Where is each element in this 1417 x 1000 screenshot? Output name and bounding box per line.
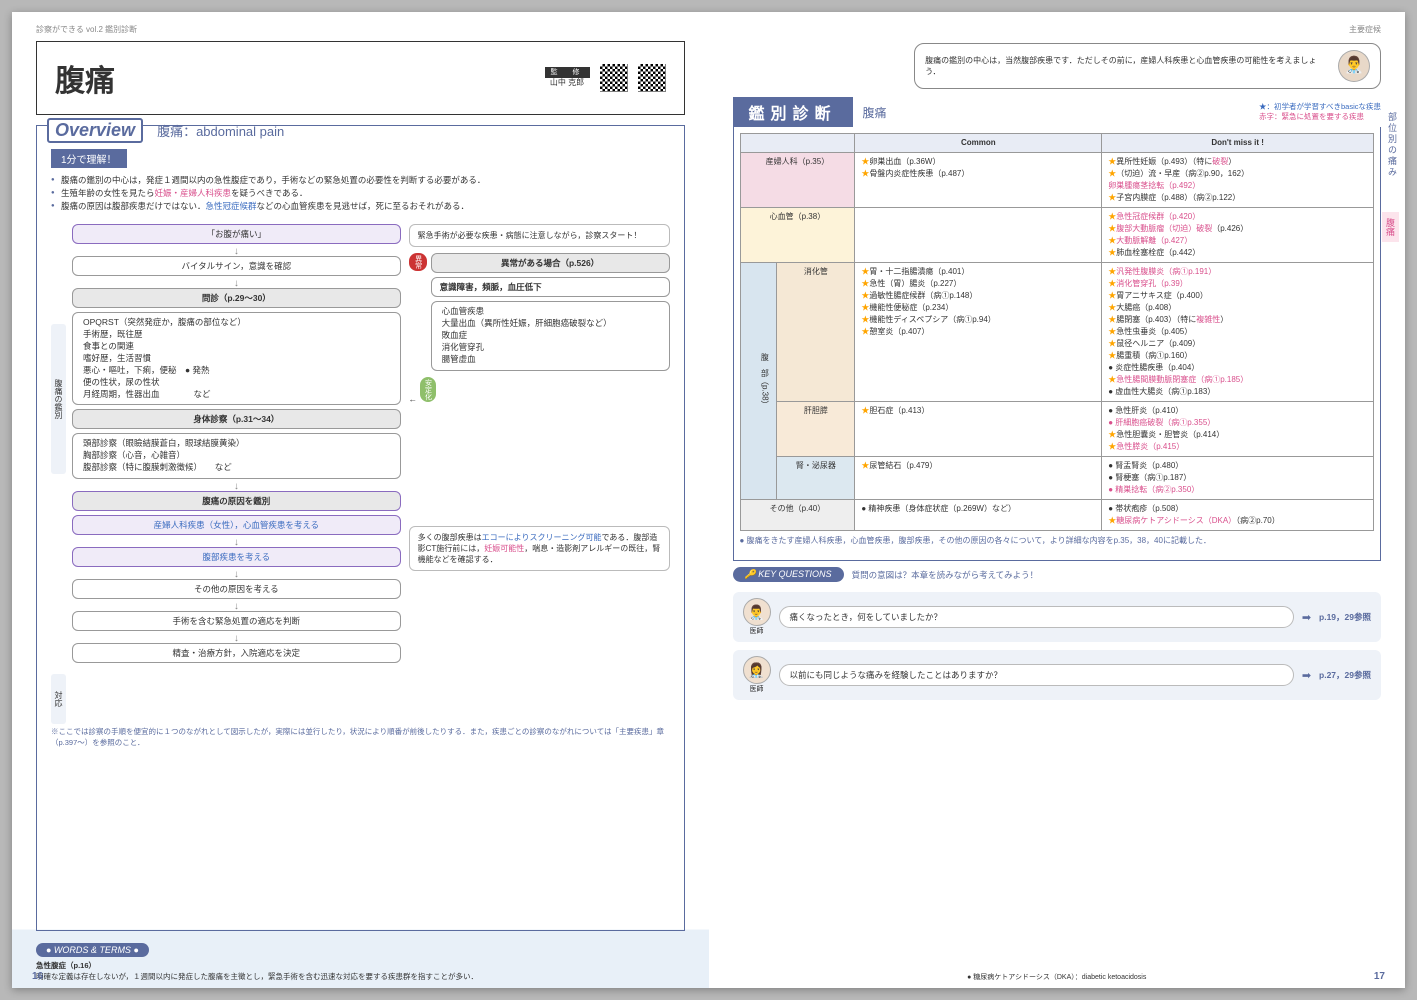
cat-cardio: 心血管（p.38） bbox=[740, 208, 855, 263]
overview-subtitle: 腹痛：abdominal pain bbox=[157, 121, 284, 140]
flowchart: 腹痛の鑑別 対応 「お腹が痛い」 ↓ バイタルサイン，意識を確認 ↓ 問診（p.… bbox=[51, 224, 670, 724]
chapter-title: 腹痛 bbox=[55, 56, 115, 100]
cat-abdomen: 腹 部（p.38） bbox=[740, 263, 777, 500]
qr-code-icon bbox=[600, 64, 628, 92]
key-questions-header: 🔑 KEY QUESTIONS 質問の意図は？本章を読みながら考えてみよう！ bbox=[733, 567, 1382, 582]
flow-abn-title: 異常がある場合（p.526） bbox=[431, 253, 670, 273]
cat-obgyn: 産婦人科（p.35） bbox=[740, 153, 855, 208]
supervisor: 監 修 山中 克郎 bbox=[545, 67, 590, 88]
flow-hx-title: 問診（p.29〜30） bbox=[72, 288, 401, 308]
legend: ★：初学者が学習すべきbasicな疾患 赤字：緊急に処置を要する疾患 bbox=[1259, 102, 1381, 122]
flow-hx-items: OPQRST（突然発症か，腹痛の部位など）手術歴，既往歴 食事との関連嗜好歴，生… bbox=[72, 312, 401, 405]
doctor-avatar-icon: 👨‍⚕️ bbox=[743, 598, 771, 626]
cat-uro: 腎・泌尿器 bbox=[777, 457, 855, 500]
table-note: ● 腹痛をきたす産婦人科疾患，心血管疾患，腹部疾患，その他の原因の各々について，… bbox=[740, 535, 1375, 546]
flow-note-start: 緊急手術が必要な疾患・病態に注意しながら，診察スタート！ bbox=[409, 224, 670, 247]
flow-footnote: ※ここでは診察の手順を便宜的に１つのながれとして図示したが，実際には並行したり，… bbox=[51, 727, 670, 748]
flow-pe-items: 頭部診察（眼瞼結膜蒼白，眼球結膜黄染）胸部診察（心音，心雑音）腹部診察（特に腹膜… bbox=[72, 433, 401, 479]
intro-speech: 腹痛の鑑別の中心は，当然腹部疾患です．ただしその前に，産婦人科疾患と心血管疾患の… bbox=[914, 43, 1381, 89]
flow-resp-1: 手術を含む緊急処置の適応を判断 bbox=[72, 611, 401, 631]
flow-resp-2: 精査・治療方針，入院適応を決定 bbox=[72, 643, 401, 663]
page-right: 主要症候 部位別の痛み 腹痛 腹痛の鑑別の中心は，当然腹部疾患です．ただしその前… bbox=[709, 12, 1406, 988]
flow-diff-title: 腹痛の原因を鑑別 bbox=[72, 491, 401, 511]
side-tab-section: 部位別の痛み bbox=[1386, 112, 1399, 178]
flow-vital: バイタルサイン，意識を確認 bbox=[72, 256, 401, 276]
cat-gi: 消化管 bbox=[777, 263, 855, 402]
running-header-right: 主要症候 bbox=[733, 24, 1382, 35]
flow-diff-3: その他の原因を考える bbox=[72, 579, 401, 599]
doctor-avatar-icon: 👨‍⚕️ bbox=[1338, 50, 1370, 82]
doctor-avatar-icon: 👩‍⚕️ bbox=[743, 656, 771, 684]
overview-tag: Overview bbox=[47, 118, 143, 143]
arrow-right-icon: ➡ bbox=[1302, 611, 1311, 624]
one-minute-tag: 1分で理解！ bbox=[51, 149, 127, 168]
diagnosis-table-wrap: CommonDon't miss it ! 産婦人科（p.35） ★卵巣出血（p… bbox=[733, 127, 1382, 561]
kq-row-1: 👨‍⚕️医師 痛くなったとき，何をしていましたか？ ➡ p.19，29参照 bbox=[733, 592, 1382, 642]
flow-side-label-2: 対応 bbox=[51, 674, 66, 724]
page-left: 診察ができる vol.2 鑑別診断 腹痛 監 修 山中 克郎 Overview … bbox=[12, 12, 709, 988]
arrow-down-icon: ↓ bbox=[72, 248, 401, 256]
flow-diff-2: 腹部疾患を考える bbox=[72, 547, 401, 567]
flow-diff-1: 産婦人科疾患（女性），心血管疾患を考える bbox=[72, 515, 401, 535]
diagnosis-header: 鑑別診断 腹痛 ★：初学者が学習すべきbasicな疾患 赤字：緊急に処置を要する… bbox=[733, 97, 1382, 127]
stable-pill: 安定化 bbox=[420, 377, 436, 402]
abnormal-pill: 異常 bbox=[409, 253, 427, 271]
flow-pe-title: 身体診察（p.31〜34） bbox=[72, 409, 401, 429]
running-header-left: 診察ができる vol.2 鑑別診断 bbox=[36, 24, 685, 35]
kq-row-2: 👩‍⚕️医師 以前にも同じような痛みを経験したことはありますか？ ➡ p.27，… bbox=[733, 650, 1382, 700]
arrow-right-icon: ➡ bbox=[1302, 669, 1311, 682]
glossary: ● 糖尿病ケトアシドーシス（DKA）：diabetic ketoacidosis bbox=[733, 968, 1382, 982]
page-number-left: 16 bbox=[32, 971, 43, 982]
flow-start: 「お腹が痛い」 bbox=[72, 224, 401, 244]
spread: 診察ができる vol.2 鑑別診断 腹痛 監 修 山中 克郎 Overview … bbox=[12, 12, 1405, 988]
qr-code-icon bbox=[638, 64, 666, 92]
page-number-right: 17 bbox=[1374, 971, 1385, 982]
flow-note-echo: 多くの腹部疾患はエコーによりスクリーニング可能である．腹部造影CT施行前には，妊… bbox=[409, 526, 670, 572]
cat-hbp: 肝胆膵 bbox=[777, 402, 855, 457]
diagnosis-table: CommonDon't miss it ! 産婦人科（p.35） ★卵巣出血（p… bbox=[740, 133, 1375, 531]
overview-panel: Overview 腹痛：abdominal pain 1分で理解！ 腹痛の鑑別の… bbox=[36, 125, 685, 931]
flow-abn-items: 心血管疾患大量出血（異所性妊娠，肝細胞癌破裂など） 敗血症消化管穿孔 腸管虚血 bbox=[431, 301, 670, 370]
flow-side-label-1: 腹痛の鑑別 bbox=[51, 324, 66, 474]
title-box: 腹痛 監 修 山中 克郎 bbox=[36, 41, 685, 115]
summary-bullets: 腹痛の鑑別の中心は，発症１週間以内の急性腹症であり，手術などの緊急処置の必要性を… bbox=[51, 174, 670, 212]
words-terms: ● WORDS & TERMS ● 急性腹症（p.16）明確な定義は存在しないが… bbox=[36, 939, 685, 982]
cat-other: その他（p.40） bbox=[740, 500, 855, 531]
side-tab-topic: 腹痛 bbox=[1382, 212, 1399, 242]
